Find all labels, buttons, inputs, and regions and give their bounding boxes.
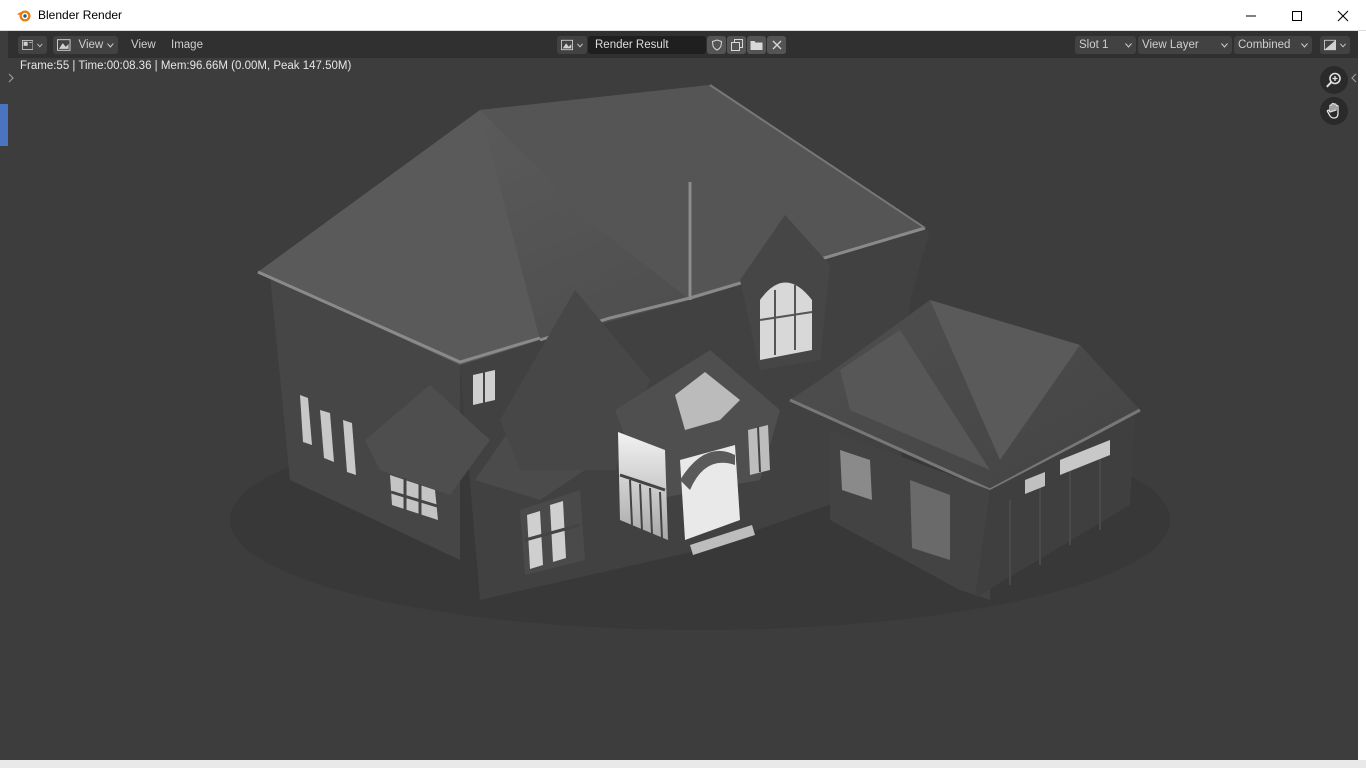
duplicate-image-icon <box>730 39 743 51</box>
background-taskbar-sliver <box>0 760 1366 768</box>
zoom-button[interactable] <box>1320 66 1348 94</box>
close-button[interactable] <box>1320 0 1366 31</box>
maximize-icon <box>1292 10 1302 21</box>
window-title: Blender Render <box>38 8 123 22</box>
image-browse-icon <box>561 39 573 51</box>
image-view-icon <box>57 39 71 51</box>
chevron-down-icon <box>37 43 43 47</box>
fake-user-button[interactable] <box>707 36 726 54</box>
menu-view[interactable]: View <box>131 36 156 54</box>
fake-user-shield-icon <box>711 39 722 51</box>
chevron-down-icon <box>1125 42 1132 48</box>
image-name-field[interactable]: Render Result <box>588 36 706 54</box>
background-window-sliver <box>0 104 8 146</box>
window-controls <box>1228 0 1366 31</box>
blender-render-window: Blender Render View View Image Render Re… <box>0 0 1366 768</box>
sidebar-expand-arrow-icon[interactable] <box>1351 73 1357 83</box>
slot-dropdown[interactable]: Slot 1 <box>1075 36 1136 54</box>
maximize-button[interactable] <box>1274 0 1320 31</box>
pan-hand-icon <box>1326 102 1339 119</box>
chevron-down-icon <box>107 42 114 48</box>
render-pass-dropdown[interactable]: Combined <box>1234 36 1312 54</box>
editor-type-dropdown[interactable] <box>18 36 47 54</box>
view-mode-dropdown[interactable]: View <box>53 36 118 54</box>
toolbar-expand-arrow-icon[interactable] <box>8 73 14 83</box>
view-layer-dropdown[interactable]: View Layer <box>1138 36 1232 54</box>
minimize-icon <box>1246 15 1256 16</box>
render-viewport[interactable] <box>8 58 1358 760</box>
render-pass-label: Combined <box>1238 39 1291 51</box>
unlink-x-icon <box>772 40 781 50</box>
open-image-icon <box>750 41 763 50</box>
chevron-down-icon <box>1301 42 1308 48</box>
right-window-edge <box>1358 31 1366 768</box>
title-bar[interactable]: Blender Render <box>0 0 1366 31</box>
chevron-down-icon <box>577 43 583 47</box>
pan-button[interactable] <box>1320 97 1348 125</box>
menu-image[interactable]: Image <box>171 36 203 54</box>
display-channels-icon <box>1324 39 1336 51</box>
render-result-image <box>230 84 1170 630</box>
chevron-down-icon <box>1221 42 1228 48</box>
render-stats: Frame:55 | Time:00:08.36 | Mem:96.66M (0… <box>20 60 352 72</box>
open-image-button[interactable] <box>747 36 766 54</box>
new-image-button[interactable] <box>727 36 746 54</box>
image-browse-dropdown[interactable] <box>557 36 587 54</box>
image-editor-icon <box>22 40 34 50</box>
zoom-icon <box>1326 72 1341 88</box>
view-layer-label: View Layer <box>1142 39 1199 51</box>
blender-logo-icon <box>17 10 31 22</box>
close-icon <box>1337 10 1349 21</box>
chevron-down-icon <box>1340 43 1346 47</box>
display-channels-dropdown[interactable] <box>1320 36 1350 54</box>
unlink-image-button[interactable] <box>767 36 786 54</box>
slot-label: Slot 1 <box>1079 39 1109 51</box>
minimize-button[interactable] <box>1228 0 1274 31</box>
view-mode-label: View <box>78 39 104 51</box>
